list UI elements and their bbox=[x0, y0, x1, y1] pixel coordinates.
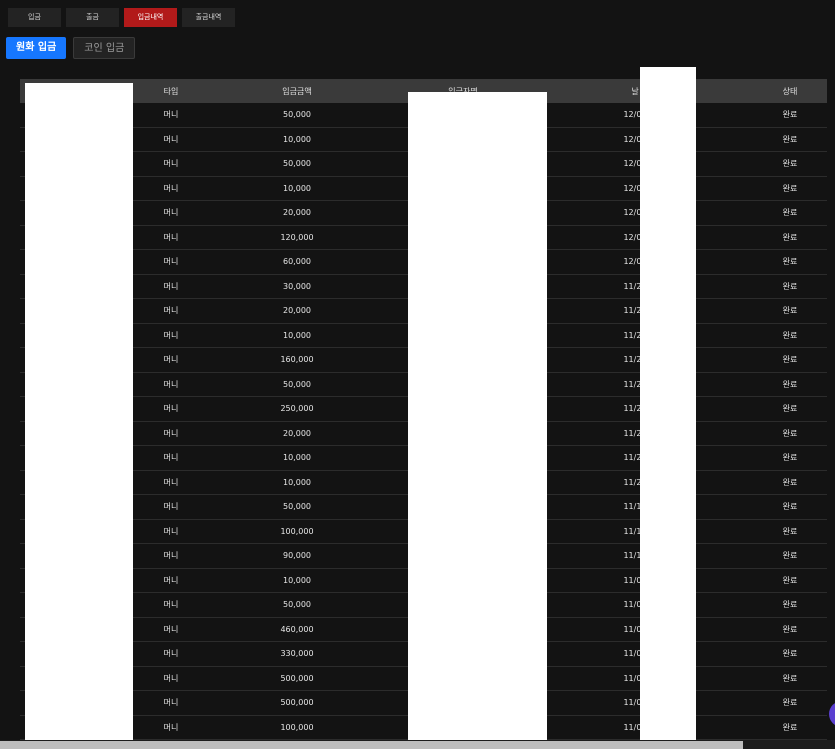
amount-cell: 20,000 bbox=[283, 428, 311, 438]
type-cell: 머니 bbox=[163, 281, 179, 291]
amount-cell: 20,000 bbox=[283, 208, 311, 218]
status-cell: 완료 bbox=[782, 159, 798, 169]
status-cell: 완료 bbox=[782, 208, 798, 218]
status-cell: 완료 bbox=[782, 404, 798, 414]
type-cell: 머니 bbox=[163, 624, 179, 634]
status-cell: 완료 bbox=[782, 183, 798, 193]
redaction-block bbox=[25, 83, 133, 740]
status-cell: 완료 bbox=[782, 281, 798, 291]
amount-cell: 50,000 bbox=[283, 379, 311, 389]
status-cell: 완료 bbox=[782, 575, 798, 585]
amount-cell: 50,000 bbox=[283, 600, 311, 610]
status-cell: 완료 bbox=[782, 526, 798, 536]
status-cell: 완료 bbox=[782, 232, 798, 242]
amount-cell: 120,000 bbox=[280, 232, 314, 242]
floating-action-button[interactable] bbox=[829, 701, 835, 727]
amount-cell: 60,000 bbox=[283, 257, 311, 267]
status-cell: 완료 bbox=[782, 453, 798, 463]
type-cell: 머니 bbox=[163, 477, 179, 487]
type-cell: 머니 bbox=[163, 502, 179, 512]
amount-cell: 500,000 bbox=[280, 673, 314, 683]
status-cell: 완료 bbox=[782, 330, 798, 340]
type-cell: 머니 bbox=[163, 698, 179, 708]
type-cell: 머니 bbox=[163, 722, 179, 732]
amount-cell: 460,000 bbox=[280, 624, 314, 634]
type-cell: 머니 bbox=[163, 551, 179, 561]
type-cell: 머니 bbox=[163, 600, 179, 610]
header-type: 타입 bbox=[163, 86, 179, 96]
status-cell: 완료 bbox=[782, 110, 798, 120]
amount-cell: 10,000 bbox=[283, 453, 311, 463]
status-cell: 완료 bbox=[782, 379, 798, 389]
type-cell: 머니 bbox=[163, 159, 179, 169]
type-cell: 머니 bbox=[163, 232, 179, 242]
amount-cell: 500,000 bbox=[280, 698, 314, 708]
amount-cell: 10,000 bbox=[283, 477, 311, 487]
redaction-block bbox=[640, 67, 696, 747]
amount-cell: 50,000 bbox=[283, 110, 311, 120]
amount-cell: 10,000 bbox=[283, 134, 311, 144]
status-cell: 완료 bbox=[782, 134, 798, 144]
type-cell: 머니 bbox=[163, 649, 179, 659]
scrollbar-thumb[interactable] bbox=[0, 741, 743, 749]
amount-cell: 250,000 bbox=[280, 404, 314, 414]
status-cell: 완료 bbox=[782, 673, 798, 683]
type-cell: 머니 bbox=[163, 257, 179, 267]
status-cell: 완료 bbox=[782, 477, 798, 487]
amount-cell: 90,000 bbox=[283, 551, 311, 561]
tab-withdraw[interactable]: 출금 bbox=[66, 8, 119, 27]
status-cell: 완료 bbox=[782, 624, 798, 634]
type-cell: 머니 bbox=[163, 183, 179, 193]
type-cell: 머니 bbox=[163, 306, 179, 316]
amount-cell: 100,000 bbox=[280, 526, 314, 536]
amount-cell: 160,000 bbox=[280, 355, 314, 365]
status-cell: 완료 bbox=[782, 306, 798, 316]
type-cell: 머니 bbox=[163, 575, 179, 585]
type-cell: 머니 bbox=[163, 673, 179, 683]
top-nav: 입금 출금 입금내역 출금내역 bbox=[8, 8, 235, 27]
amount-cell: 10,000 bbox=[283, 330, 311, 340]
type-cell: 머니 bbox=[163, 453, 179, 463]
type-cell: 머니 bbox=[163, 404, 179, 414]
amount-cell: 20,000 bbox=[283, 306, 311, 316]
status-cell: 완료 bbox=[782, 600, 798, 610]
type-cell: 머니 bbox=[163, 330, 179, 340]
horizontal-scrollbar[interactable] bbox=[0, 740, 835, 749]
krw-deposit-button[interactable]: 원화 입금 bbox=[6, 37, 67, 59]
status-cell: 완료 bbox=[782, 355, 798, 365]
status-cell: 완료 bbox=[782, 502, 798, 512]
amount-cell: 100,000 bbox=[280, 722, 314, 732]
status-cell: 완료 bbox=[782, 649, 798, 659]
header-status: 상태 bbox=[782, 86, 798, 96]
status-cell: 완료 bbox=[782, 257, 798, 267]
amount-cell: 30,000 bbox=[283, 281, 311, 291]
type-cell: 머니 bbox=[163, 379, 179, 389]
status-cell: 완료 bbox=[782, 722, 798, 732]
amount-cell: 50,000 bbox=[283, 159, 311, 169]
amount-cell: 330,000 bbox=[280, 649, 314, 659]
type-cell: 머니 bbox=[163, 208, 179, 218]
tab-deposit-history[interactable]: 입금내역 bbox=[124, 8, 177, 27]
status-cell: 완료 bbox=[782, 428, 798, 438]
deposit-type-tabs: 원화 입금 코인 입금 bbox=[6, 37, 136, 59]
status-cell: 완료 bbox=[782, 698, 798, 708]
status-cell: 완료 bbox=[782, 551, 798, 561]
type-cell: 머니 bbox=[163, 110, 179, 120]
redaction-block bbox=[408, 92, 547, 745]
amount-cell: 10,000 bbox=[283, 575, 311, 585]
amount-cell: 10,000 bbox=[283, 183, 311, 193]
tab-withdraw-history[interactable]: 출금내역 bbox=[182, 8, 235, 27]
amount-cell: 50,000 bbox=[283, 502, 311, 512]
header-amount: 입금금액 bbox=[282, 86, 312, 96]
type-cell: 머니 bbox=[163, 526, 179, 536]
tab-deposit[interactable]: 입금 bbox=[8, 8, 61, 27]
type-cell: 머니 bbox=[163, 355, 179, 365]
type-cell: 머니 bbox=[163, 134, 179, 144]
coin-deposit-button[interactable]: 코인 입금 bbox=[73, 37, 136, 59]
type-cell: 머니 bbox=[163, 428, 179, 438]
